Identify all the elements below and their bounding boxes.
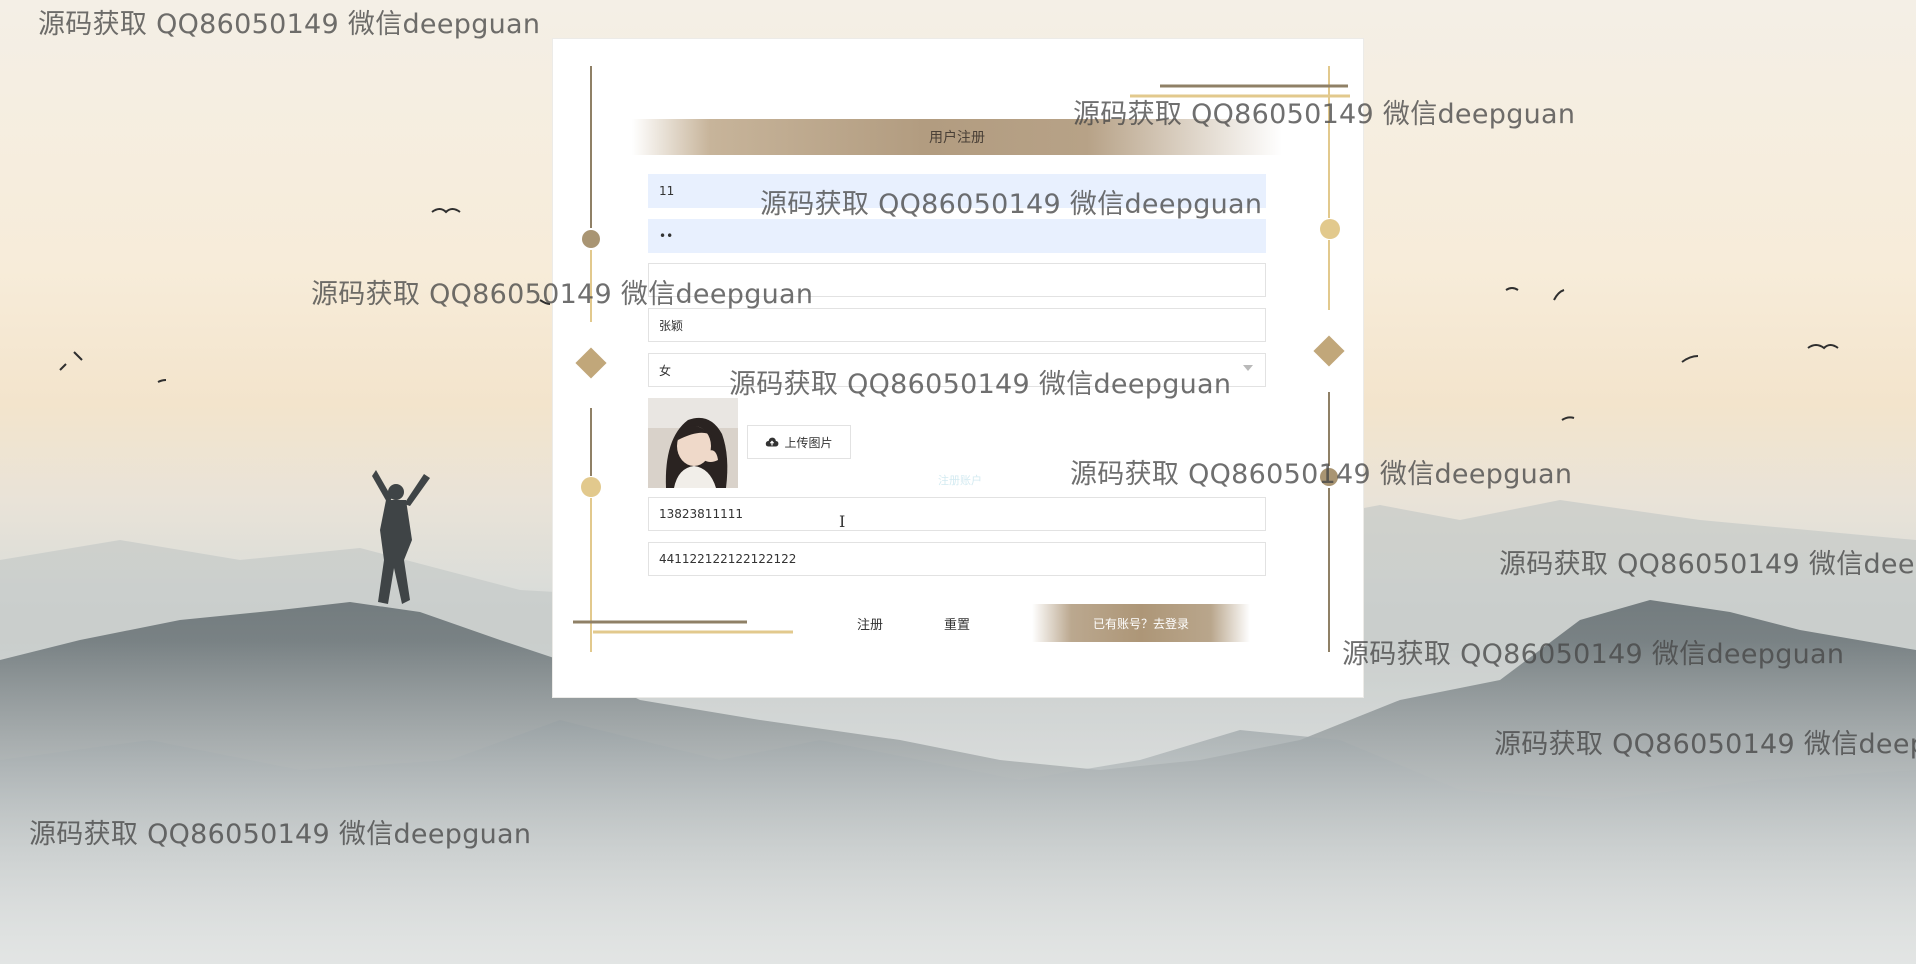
upload-image-label: 上传图片 [784,435,833,450]
reset-label: 重置 [943,617,970,633]
gender-value: 女 [659,363,672,378]
register-label: 注册 [856,617,883,633]
watermark-text: 源码获取 QQ86050149 微信deepguan [311,279,814,310]
avatar-preview [648,398,738,488]
watermark-text: 源码获取 QQ86050149 微信deepguan [1499,549,1916,580]
watermark-text: 源码获取 QQ86050149 微信deepguan [1070,459,1573,490]
register-button[interactable]: 注册 [845,608,895,638]
watermark-text: 源码获取 QQ86050149 微信deepguan [729,369,1232,400]
reset-button[interactable]: 重置 [932,608,982,638]
id-card-input[interactable]: 441122122122122122 [648,542,1266,576]
name-input[interactable]: 张颖 [648,308,1266,342]
username-value: 11 [659,184,675,198]
ghost-register-label: 注册账户 [938,474,982,487]
ghost-register-button: 注册账户 [900,463,1020,497]
id-card-value: 441122122122122122 [659,552,797,566]
watermark-text: 源码获取 QQ86050149 微信deepguan [1494,729,1916,760]
cloud-upload-icon [766,437,779,447]
chevron-down-icon [1243,365,1253,371]
text-cursor-icon: I [839,512,846,531]
phone-value: 13823811111 [659,507,743,521]
avatar-photo [648,398,738,488]
phone-input[interactable]: 13823811111 [648,497,1266,531]
password-input[interactable]: •• [648,219,1266,253]
upload-image-button[interactable]: 上传图片 [747,425,851,459]
watermark-text: 源码获取 QQ86050149 微信deepguan [38,9,541,40]
form-title: 用户注册 [929,130,985,146]
watermark-text: 源码获取 QQ86050149 微信deepguan [1342,639,1845,670]
watermark-text: 源码获取 QQ86050149 微信deepguan [29,819,532,850]
name-value: 张颖 [659,318,684,333]
watermark-text: 源码获取 QQ86050149 微信deepguan [760,189,1263,220]
watermark-text: 源码获取 QQ86050149 微信deepguan [1073,99,1576,130]
go-login-button[interactable]: 已有账号？去登录 [1032,604,1250,642]
go-login-label: 已有账号？去登录 [1092,616,1189,631]
password-value: •• [659,229,674,243]
